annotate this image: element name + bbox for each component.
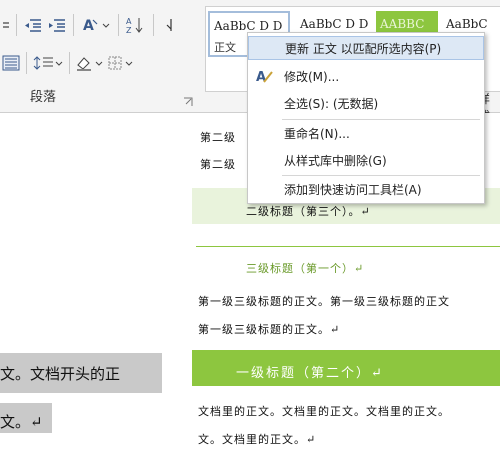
body-text-line: 第一级三级标题的正文。第一级三级标题的正文	[198, 295, 450, 308]
decrease-indent-icon[interactable]	[21, 12, 45, 38]
divider	[153, 14, 154, 36]
menu-item-rename[interactable]: 重命名(N)...	[248, 121, 484, 145]
style-preview: AABBC	[380, 17, 425, 31]
body-text-line: 第二级	[200, 158, 236, 171]
divider	[26, 52, 27, 74]
sort-icon[interactable]: AZ	[123, 12, 149, 38]
svg-text:A: A	[83, 18, 94, 34]
menu-item-label: 更新 正文 以匹配所选内容(P)	[285, 41, 442, 56]
menu-item-label: 全选(S): (无数据)	[284, 96, 379, 111]
menu-item-remove-from-gallery[interactable]: 从样式库中删除(G)	[248, 148, 484, 172]
menu-item-select-all[interactable]: 全选(S): (无数据)	[248, 91, 484, 115]
divider	[16, 14, 17, 36]
body-text-line: 第二级	[200, 131, 236, 144]
heading1-text: 一级标题（第二个）↵	[236, 366, 384, 381]
svg-text:Z: Z	[126, 26, 132, 35]
body-text-line: 文。文档开头的正	[0, 365, 121, 383]
heading-divider	[196, 246, 500, 247]
paragraph-group-label: 段落	[30, 90, 57, 105]
shading-icon[interactable]	[74, 50, 106, 76]
menu-divider	[282, 175, 480, 176]
svg-text:A: A	[126, 17, 132, 26]
body-text-line: 文。文档里的正文。↵	[198, 433, 317, 446]
dialog-launcher-icon[interactable]	[183, 92, 193, 106]
ribbon-row-2	[0, 48, 138, 78]
body-text-line: 文档里的正文。文档里的正文。文档里的正文。	[198, 405, 450, 418]
style-preview: AaBbC	[446, 17, 488, 31]
menu-item-label: 重命名(N)...	[284, 126, 350, 141]
borders-icon[interactable]	[106, 50, 138, 76]
heading3-text: 三级标题（第一个）↵	[246, 262, 365, 275]
list-dropdown-icon[interactable]	[0, 12, 12, 38]
ribbon-row-1: A AZ	[0, 10, 176, 40]
line-spacing-icon[interactable]	[31, 50, 65, 76]
divider	[69, 52, 70, 74]
increase-indent-icon[interactable]	[45, 12, 69, 38]
show-marks-icon[interactable]	[158, 12, 176, 38]
menu-item-label: 修改(M)...	[284, 69, 340, 84]
modify-style-icon: A	[256, 68, 274, 87]
menu-item-label: 添加到快速访问工具栏(A)	[284, 182, 422, 197]
distributed-align-icon[interactable]	[0, 50, 22, 76]
heading2-text: 二级标题（第三个）。↵	[246, 205, 371, 218]
divider	[118, 14, 119, 36]
menu-divider	[282, 119, 480, 120]
style-preview: AaBbC D D	[300, 17, 369, 31]
menu-item-add-to-quick-access[interactable]: 添加到快速访问工具栏(A)	[248, 177, 484, 201]
menu-item-update-style[interactable]: 更新 正文 以匹配所选内容(P)	[248, 36, 484, 60]
body-text-line: 文。↵	[0, 413, 43, 431]
asian-layout-icon[interactable]: A	[78, 12, 114, 38]
style-context-menu: 更新 正文 以匹配所选内容(P) A 修改(M)... 全选(S): (无数据)…	[247, 32, 485, 204]
menu-item-label: 从样式库中删除(G)	[284, 153, 387, 168]
divider	[73, 14, 74, 36]
body-text-line: 第一级三级标题的正文。↵	[198, 323, 341, 336]
menu-item-modify[interactable]: A 修改(M)...	[248, 64, 484, 88]
style-preview: AaBbC D D	[214, 19, 283, 33]
